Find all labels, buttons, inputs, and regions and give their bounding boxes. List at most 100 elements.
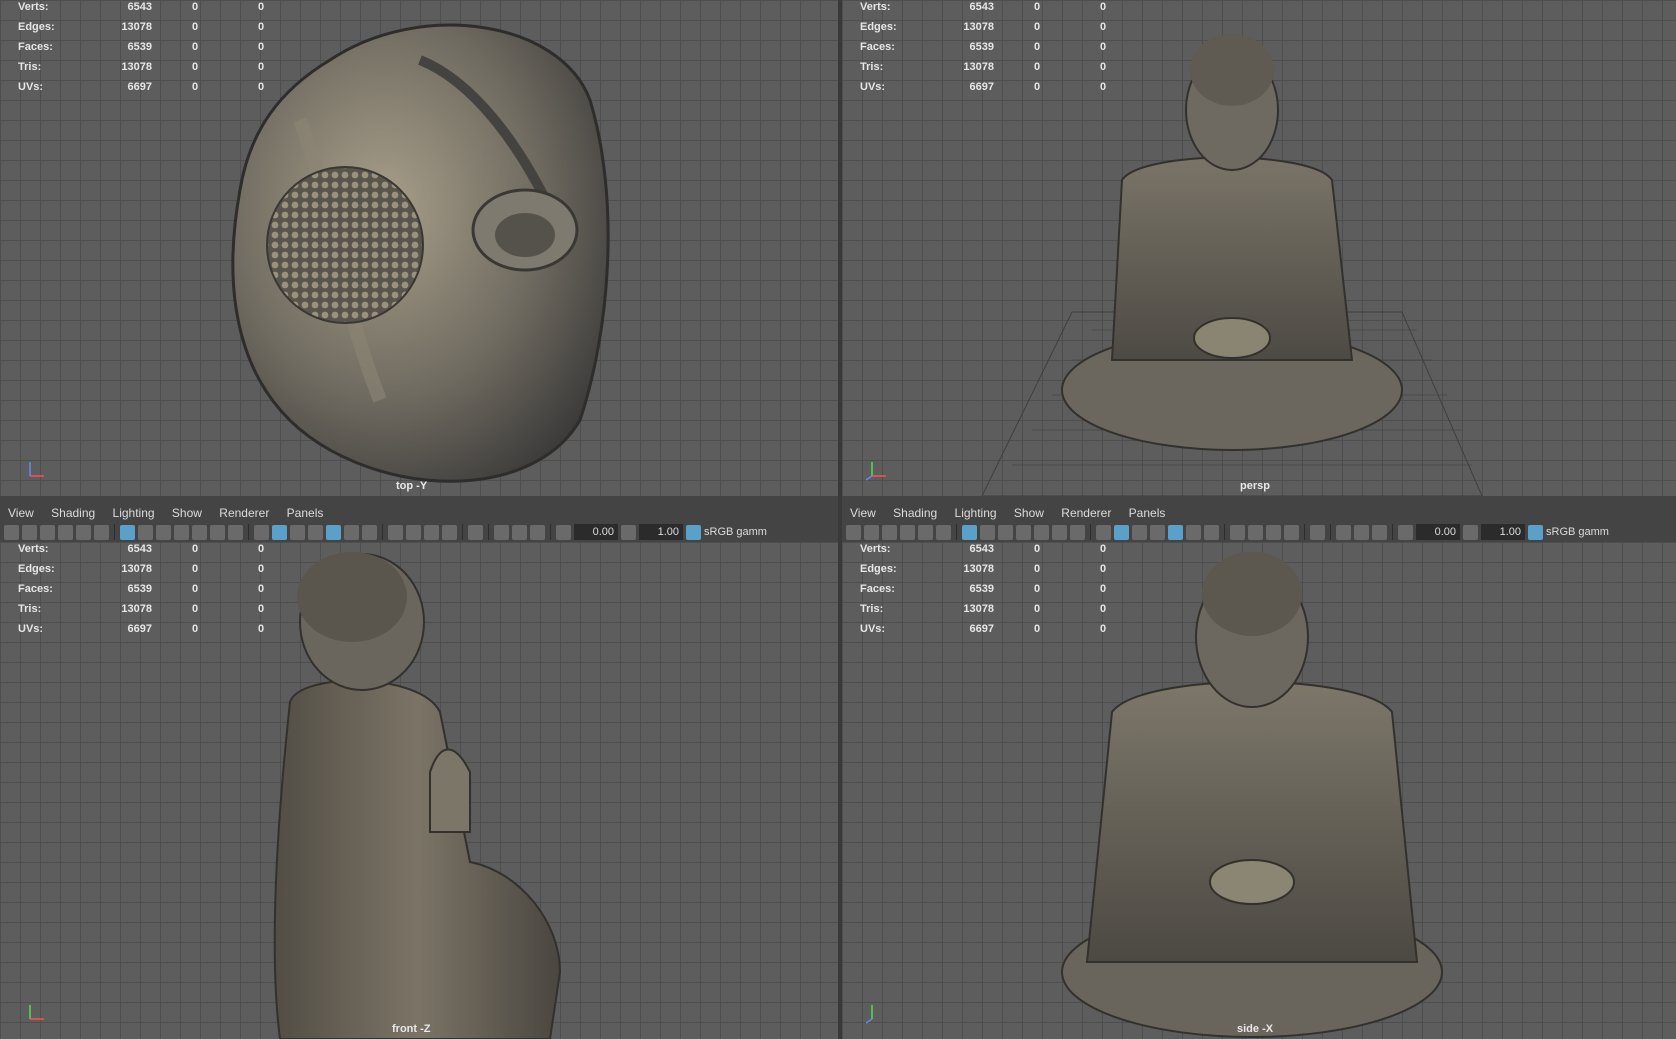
poly-count-hud: Verts: 6543 0 0 Edges: 13078 0 0 Faces: 6539 0 0 …: [860, 1, 1107, 93]
xray-icon[interactable]: [494, 524, 509, 540]
camera-label: front -Z: [392, 1023, 431, 1035]
bookmark-icon[interactable]: [882, 524, 897, 540]
menu-renderer[interactable]: Renderer: [219, 506, 269, 520]
menu-panels[interactable]: Panels: [1129, 506, 1166, 520]
camera-attributes-icon[interactable]: [22, 524, 37, 540]
default-material-icon[interactable]: [290, 524, 305, 540]
camera-icon[interactable]: [846, 524, 861, 540]
panel-menu: View Shading Lighting Show Renderer Pane…: [850, 506, 1179, 520]
screen-space-ao-icon[interactable]: [1230, 524, 1245, 540]
safe-action-icon[interactable]: [1052, 524, 1067, 540]
use-all-lights-icon[interactable]: [344, 524, 359, 540]
gate-mask-icon[interactable]: [174, 524, 189, 540]
camera-icon[interactable]: [4, 524, 19, 540]
anti-aliasing-icon[interactable]: [1266, 524, 1281, 540]
film-gate-icon[interactable]: [138, 524, 153, 540]
color-management-icon[interactable]: [1528, 524, 1543, 540]
viewport-top[interactable]: Verts: 6543 0 0 Edges: 13078 0 0 Faces: 6539 0 0 …: [0, 0, 838, 496]
grease-pencil-icon[interactable]: [94, 524, 109, 540]
xray-joints-icon[interactable]: [1372, 524, 1387, 540]
menu-lighting[interactable]: Lighting: [955, 506, 997, 520]
viewport-persp[interactable]: Verts: 6543 0 0 Edges: 13078 0 0 Faces: 6539 0 0 …: [842, 0, 1676, 496]
screen-space-ao-icon[interactable]: [388, 524, 403, 540]
menu-show[interactable]: Show: [1014, 506, 1044, 520]
image-plane-icon[interactable]: [900, 524, 915, 540]
wireframe-icon[interactable]: [1096, 524, 1111, 540]
depth-of-field-icon[interactable]: [1284, 524, 1299, 540]
xray-active-icon[interactable]: [512, 524, 527, 540]
exposure-icon[interactable]: [556, 524, 571, 540]
field-chart-icon[interactable]: [192, 524, 207, 540]
safe-title-icon[interactable]: [1070, 524, 1085, 540]
menu-view[interactable]: View: [8, 506, 34, 520]
menu-lighting[interactable]: Lighting: [113, 506, 155, 520]
panel-toolbar: 0.00 1.00 sRGB gamm: [846, 522, 1676, 542]
camera-label: top -Y: [396, 480, 428, 492]
field-chart-icon[interactable]: [1034, 524, 1049, 540]
color-management-icon[interactable]: [686, 524, 701, 540]
xray-active-icon[interactable]: [1354, 524, 1369, 540]
panel-menu: View Shading Lighting Show Renderer Pane…: [8, 506, 337, 520]
2d-pan-zoom-icon[interactable]: [76, 524, 91, 540]
panel-menubar-left: View Shading Lighting Show Renderer Pane…: [0, 496, 838, 542]
menu-view[interactable]: View: [850, 506, 876, 520]
axis-gizmo-icon: [866, 1005, 873, 1024]
color-space-select[interactable]: sRGB gamm: [704, 526, 767, 538]
color-space-select[interactable]: sRGB gamm: [1546, 526, 1609, 538]
isolate-select-icon[interactable]: [1310, 524, 1325, 540]
menu-shading[interactable]: Shading: [893, 506, 937, 520]
resolution-gate-icon[interactable]: [998, 524, 1013, 540]
smooth-shade-icon[interactable]: [272, 524, 287, 540]
isolate-select-icon[interactable]: [468, 524, 483, 540]
camera-label: persp: [1240, 480, 1270, 492]
default-material-icon[interactable]: [1132, 524, 1147, 540]
resolution-gate-icon[interactable]: [156, 524, 171, 540]
axis-gizmo-icon: [29, 1005, 44, 1020]
axis-gizmo-icon: [866, 462, 886, 481]
exposure-field[interactable]: 0.00: [574, 524, 618, 540]
gamma-icon[interactable]: [1463, 524, 1478, 540]
menu-show[interactable]: Show: [172, 506, 202, 520]
poly-count-hud: Verts: 6543 0 0 Edges: 13078 0 0 Faces: 6539 0 0 …: [18, 1, 265, 93]
camera-attributes-icon[interactable]: [864, 524, 879, 540]
wireframe-icon[interactable]: [254, 524, 269, 540]
menu-panels[interactable]: Panels: [287, 506, 324, 520]
textured-icon[interactable]: [326, 524, 341, 540]
gamma-icon[interactable]: [621, 524, 636, 540]
xray-icon[interactable]: [1336, 524, 1351, 540]
smooth-shade-icon[interactable]: [1114, 524, 1129, 540]
grease-pencil-icon[interactable]: [936, 524, 951, 540]
poly-count-hud: Verts: 6543 0 0 Edges: 13078 0 0 Faces: 6539 0 0 …: [860, 543, 1107, 635]
2d-pan-zoom-icon[interactable]: [918, 524, 933, 540]
exposure-icon[interactable]: [1398, 524, 1413, 540]
depth-of-field-icon[interactable]: [442, 524, 457, 540]
safe-action-icon[interactable]: [210, 524, 225, 540]
grid-icon[interactable]: [962, 524, 977, 540]
camera-label: side -X: [1237, 1023, 1274, 1035]
bookmark-icon[interactable]: [40, 524, 55, 540]
menu-shading[interactable]: Shading: [51, 506, 95, 520]
wireframe-on-shaded-icon[interactable]: [308, 524, 323, 540]
image-plane-icon[interactable]: [58, 524, 73, 540]
wireframe-on-shaded-icon[interactable]: [1150, 524, 1165, 540]
motion-blur-icon[interactable]: [406, 524, 421, 540]
gate-mask-icon[interactable]: [1016, 524, 1031, 540]
motion-blur-icon[interactable]: [1248, 524, 1263, 540]
viewport-side[interactable]: Verts: 6543 0 0 Edges: 13078 0 0 Faces: 6539 0 0 …: [842, 542, 1676, 1039]
shadows-icon[interactable]: [1204, 524, 1219, 540]
gamma-field[interactable]: 1.00: [639, 524, 683, 540]
xray-joints-icon[interactable]: [530, 524, 545, 540]
use-all-lights-icon[interactable]: [1186, 524, 1201, 540]
shadows-icon[interactable]: [362, 524, 377, 540]
textured-icon[interactable]: [1168, 524, 1183, 540]
viewport-front[interactable]: Verts: 6543 0 0 Edges: 13078 0 0 Faces: 6539 0 0 …: [0, 542, 838, 1039]
gamma-field[interactable]: 1.00: [1481, 524, 1525, 540]
poly-count-hud: Verts: 6543 0 0 Edges: 13078 0 0 Faces: 6539 0 0 …: [18, 543, 265, 635]
exposure-field[interactable]: 0.00: [1416, 524, 1460, 540]
safe-title-icon[interactable]: [228, 524, 243, 540]
grid-icon[interactable]: [120, 524, 135, 540]
film-gate-icon[interactable]: [980, 524, 995, 540]
axis-gizmo-icon: [29, 462, 44, 477]
menu-renderer[interactable]: Renderer: [1061, 506, 1111, 520]
anti-aliasing-icon[interactable]: [424, 524, 439, 540]
